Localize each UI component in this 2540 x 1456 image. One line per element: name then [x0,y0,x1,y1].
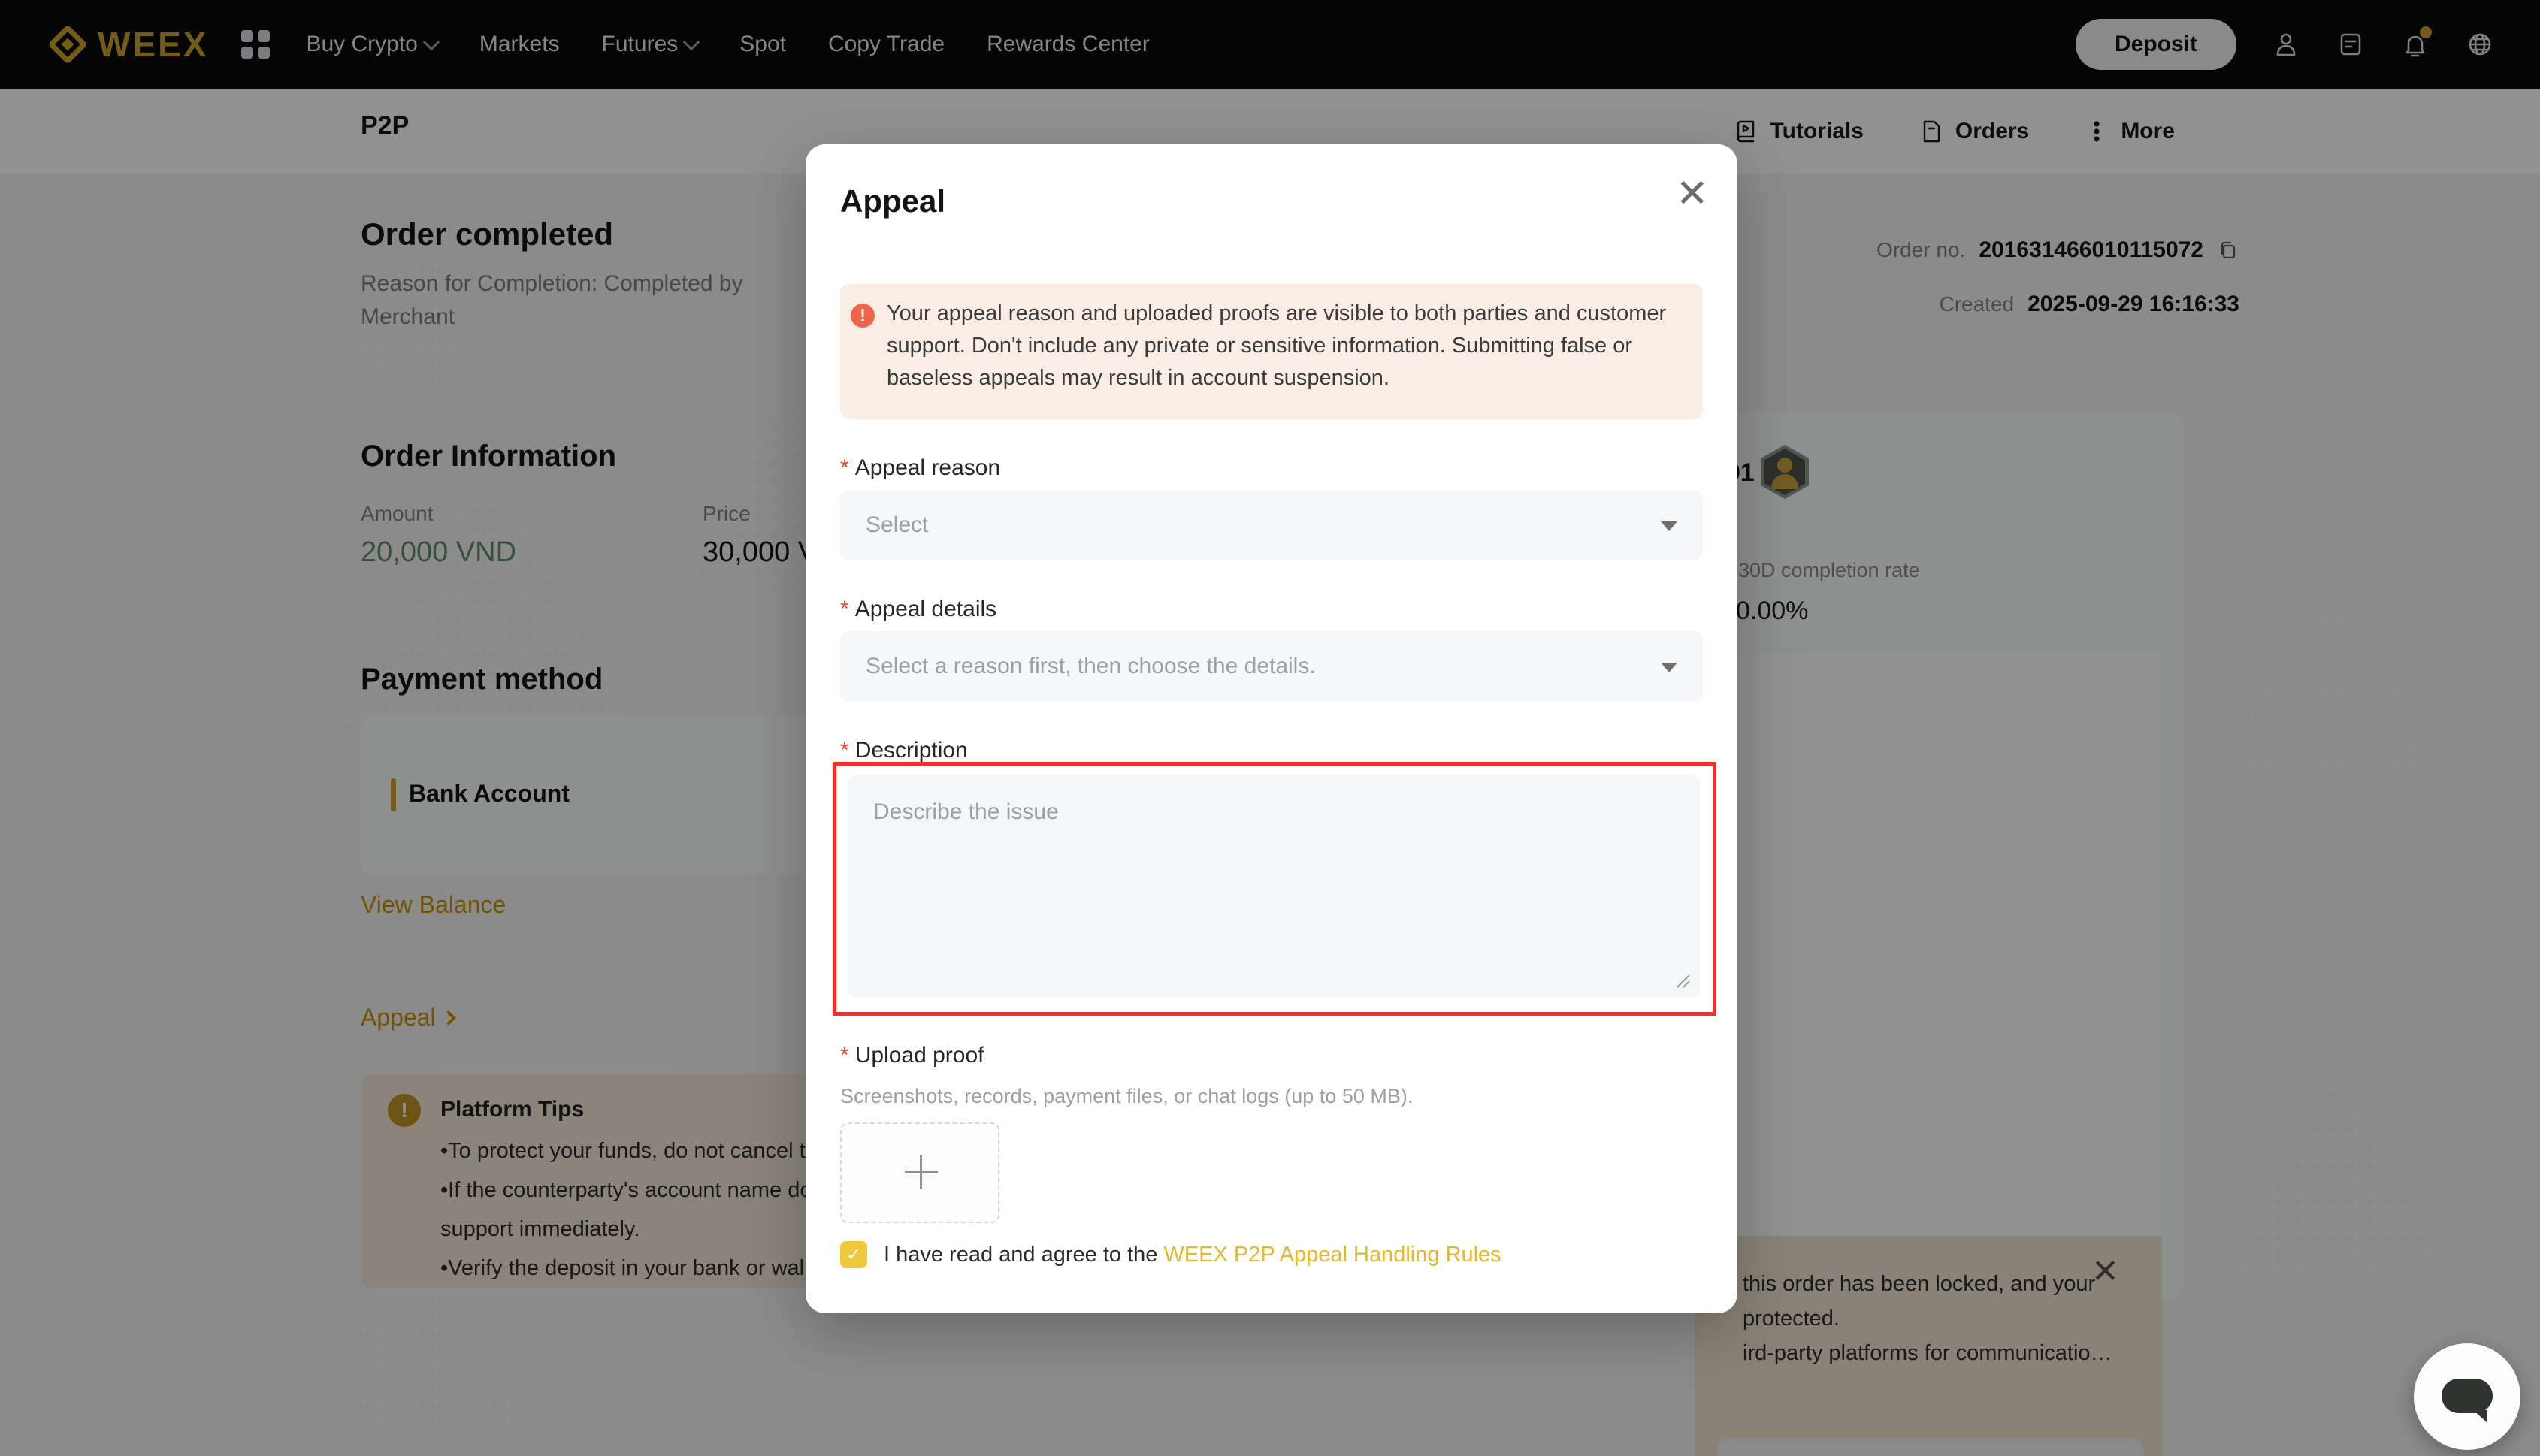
agreement-row: ✓ I have read and agree to the WEEX P2P … [840,1241,1501,1268]
required-asterisk: * [840,738,849,763]
agreement-checkbox[interactable]: ✓ [840,1241,867,1268]
select-placeholder: Select a reason first, then choose the d… [866,654,1316,679]
description-label: *Description [840,738,968,763]
screen: WEEX Buy Crypto Markets Futures Spot Cop… [0,0,2540,1456]
plus-icon [905,1155,938,1189]
modal-title: Appeal [840,183,945,219]
required-asterisk: * [840,597,849,621]
appeal-details-select[interactable]: Select a reason first, then choose the d… [840,631,1703,702]
warning-icon: ! [851,304,875,328]
appeal-reason-select[interactable]: Select [840,490,1703,560]
agreement-text: I have read and agree to the WEEX P2P Ap… [884,1243,1501,1267]
description-textarea[interactable] [848,775,1700,998]
close-icon[interactable]: ✕ [1676,171,1709,216]
appeal-modal: Appeal ✕ ! Your appeal reason and upload… [806,144,1737,1313]
appeal-rules-link[interactable]: WEEX P2P Appeal Handling Rules [1163,1243,1501,1267]
upload-proof-label: *Upload proof [840,1043,984,1068]
appeal-reason-label: *Appeal reason [840,455,1000,481]
appeal-warning-banner: ! Your appeal reason and uploaded proofs… [840,284,1703,419]
appeal-details-label: *Appeal details [840,597,996,622]
upload-hint: Screenshots, records, payment files, or … [840,1085,1413,1108]
warning-text: Your appeal reason and uploaded proofs a… [887,298,1685,394]
required-asterisk: * [840,1043,849,1068]
required-asterisk: * [840,455,849,480]
caret-down-icon [1661,663,1677,672]
caret-down-icon [1661,521,1677,531]
support-chat-launcher[interactable] [2414,1343,2520,1450]
upload-proof-tile[interactable] [840,1122,999,1223]
select-placeholder: Select [866,512,928,538]
chat-bubble-icon [2442,1379,2493,1413]
